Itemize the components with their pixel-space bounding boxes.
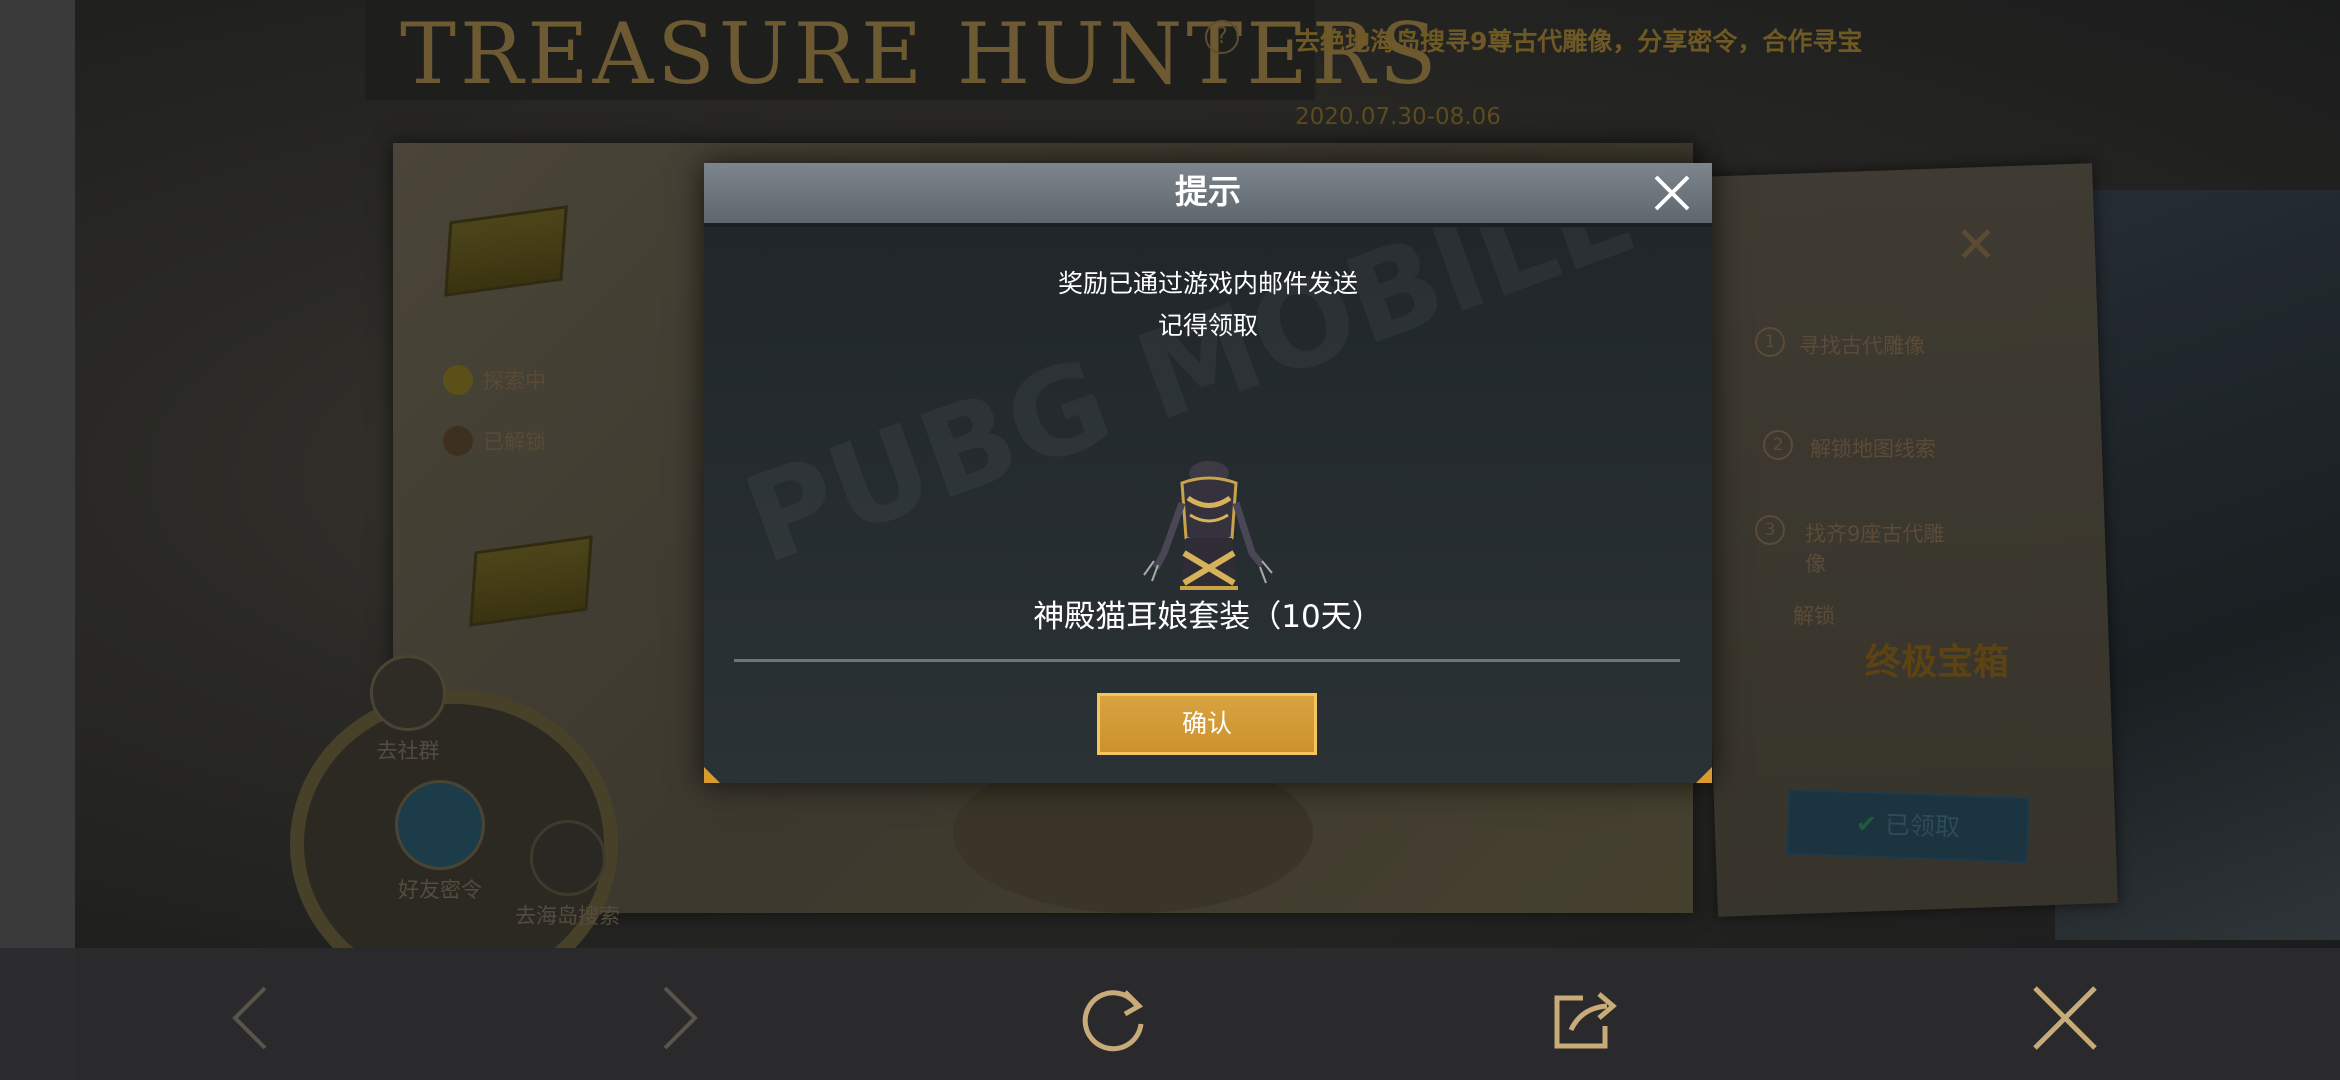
- claimed-label: 已领取: [1884, 810, 1961, 842]
- step-1-label: 寻找古代雕像: [1799, 334, 1925, 358]
- community-button[interactable]: 去社群: [370, 655, 446, 765]
- map-chest-icon[interactable]: [444, 205, 568, 297]
- legend-unlocked: 已解锁: [483, 430, 546, 454]
- reward-dialog: PUBG MOBILE 提示 奖励已通过游戏内邮件发送 记得领取 神殿猫耳: [704, 142, 1712, 783]
- event-title: TREASURE HUNTERS: [400, 5, 1441, 103]
- message-line-2: 记得领取: [1157, 311, 1258, 340]
- back-icon[interactable]: [215, 978, 295, 1058]
- card-close-icon[interactable]: ✕: [1955, 220, 1997, 270]
- map-chest-icon[interactable]: [469, 535, 593, 627]
- browser-toolbar: [75, 948, 2340, 1080]
- corner-accent: [704, 767, 720, 783]
- key-icon: [395, 780, 485, 870]
- confirm-button[interactable]: 确认: [1097, 693, 1317, 755]
- reward-name: 神殿猫耳娘套装（10天）: [1033, 599, 1383, 635]
- dialog-header: 提示: [704, 163, 1712, 227]
- community-label: 去社群: [376, 739, 440, 763]
- island-search-button[interactable]: 去海岛搜索: [515, 820, 620, 930]
- step-number-1: 1: [1755, 327, 1785, 357]
- compass-icon: [370, 655, 446, 731]
- step-3-label: 找齐9座古代雕 像: [1805, 522, 1945, 576]
- exploring-dot-icon: [443, 365, 473, 395]
- claimed-badge: ✔ 已领取: [1785, 788, 2031, 864]
- final-chest-label: 终极宝箱: [1865, 642, 2010, 683]
- unlocked-dot-icon: [443, 426, 473, 456]
- forward-icon[interactable]: [635, 978, 715, 1058]
- step-2-label: 解锁地图线索: [1810, 437, 1936, 461]
- dialog-title: 提示: [1175, 172, 1241, 211]
- friend-code-label: 好友密令: [398, 878, 482, 902]
- left-edge-strip: [0, 0, 75, 948]
- step-number-3: 3: [1755, 515, 1785, 545]
- close-icon[interactable]: [2025, 978, 2105, 1058]
- message-line-1: 奖励已通过游戏内邮件发送: [1057, 269, 1358, 298]
- step-number-2: 2: [1763, 430, 1793, 460]
- legend-exploring: 探索中: [483, 369, 546, 393]
- dialog-divider: [734, 659, 1680, 662]
- unlock-label: 解锁: [1793, 604, 1835, 628]
- dialog-message: 奖励已通过游戏内邮件发送 记得领取: [704, 263, 1712, 347]
- corner-accent: [1696, 767, 1712, 783]
- gun-icon: [529, 820, 606, 896]
- refresh-icon[interactable]: [1075, 978, 1155, 1058]
- check-icon: ✔: [1855, 809, 1878, 839]
- dialog-close-icon[interactable]: [1650, 171, 1694, 215]
- event-dates: 2020.07.30-08.06: [1295, 104, 1501, 130]
- share-icon[interactable]: [1545, 978, 1625, 1058]
- island-search-label: 去海岛搜索: [515, 904, 620, 928]
- event-subtitle: 去绝地海岛搜寻9尊古代雕像，分享密令，合作寻宝: [1295, 27, 1863, 56]
- help-icon[interactable]: ?: [1205, 20, 1239, 54]
- friend-code-button[interactable]: 好友密令: [395, 780, 485, 904]
